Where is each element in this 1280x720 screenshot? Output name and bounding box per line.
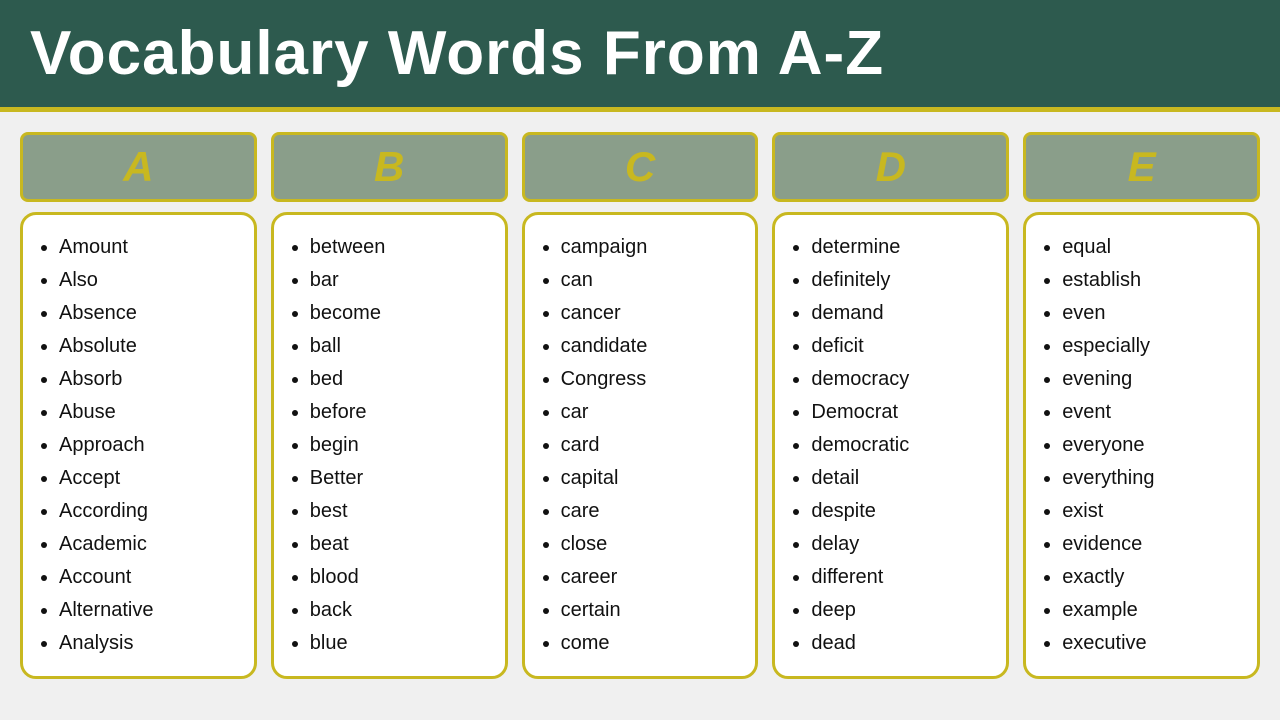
list-item: begin xyxy=(310,429,493,462)
list-item: detail xyxy=(811,462,994,495)
list-item: card xyxy=(561,429,744,462)
list-item: everyone xyxy=(1062,429,1245,462)
list-item: evening xyxy=(1062,363,1245,396)
list-item: demand xyxy=(811,297,994,330)
list-item: Approach xyxy=(59,429,242,462)
letter-e: E xyxy=(1128,143,1156,190)
list-item: blood xyxy=(310,561,493,594)
list-item: Congress xyxy=(561,363,744,396)
list-item: Analysis xyxy=(59,627,242,660)
letter-d: D xyxy=(876,143,906,190)
list-item: even xyxy=(1062,297,1245,330)
list-item: candidate xyxy=(561,330,744,363)
page-header: Vocabulary Words From A-Z xyxy=(0,0,1280,112)
list-item: bed xyxy=(310,363,493,396)
list-item: care xyxy=(561,495,744,528)
list-item: capital xyxy=(561,462,744,495)
list-item: Accept xyxy=(59,462,242,495)
columns-container: A AmountAlsoAbsenceAbsoluteAbsorbAbuseApp… xyxy=(0,112,1280,689)
list-item: before xyxy=(310,396,493,429)
list-item: Amount xyxy=(59,231,242,264)
list-item: especially xyxy=(1062,330,1245,363)
list-item: close xyxy=(561,528,744,561)
list-item: Better xyxy=(310,462,493,495)
list-item: example xyxy=(1062,594,1245,627)
list-item: democracy xyxy=(811,363,994,396)
list-item: certain xyxy=(561,594,744,627)
column-c: CcampaigncancancercandidateCongresscarca… xyxy=(522,132,759,679)
list-item: democratic xyxy=(811,429,994,462)
word-list-e: equalestablishevenespeciallyeveningevent… xyxy=(1023,212,1260,679)
letter-c: C xyxy=(625,143,655,190)
list-item: cancer xyxy=(561,297,744,330)
list-item: According xyxy=(59,495,242,528)
list-item: determine xyxy=(811,231,994,264)
list-item: deep xyxy=(811,594,994,627)
list-item: exist xyxy=(1062,495,1245,528)
list-item: between xyxy=(310,231,493,264)
list-item: Alternative xyxy=(59,594,242,627)
column-header-c: C xyxy=(522,132,759,202)
list-item: dead xyxy=(811,627,994,660)
list-item: exactly xyxy=(1062,561,1245,594)
column-b: BbetweenbarbecomeballbedbeforebeginBette… xyxy=(271,132,508,679)
list-item: can xyxy=(561,264,744,297)
list-item: bar xyxy=(310,264,493,297)
list-item: come xyxy=(561,627,744,660)
list-item: become xyxy=(310,297,493,330)
list-item: definitely xyxy=(811,264,994,297)
list-item: car xyxy=(561,396,744,429)
word-list-c: campaigncancancercandidateCongresscarcar… xyxy=(522,212,759,679)
list-item: deficit xyxy=(811,330,994,363)
list-item: everything xyxy=(1062,462,1245,495)
letter-a: A xyxy=(123,143,153,190)
column-header-a: A xyxy=(20,132,257,202)
list-item: equal xyxy=(1062,231,1245,264)
list-item: back xyxy=(310,594,493,627)
list-item: Democrat xyxy=(811,396,994,429)
letter-b: B xyxy=(374,143,404,190)
list-item: delay xyxy=(811,528,994,561)
list-item: Academic xyxy=(59,528,242,561)
column-header-e: E xyxy=(1023,132,1260,202)
list-item: Abuse xyxy=(59,396,242,429)
list-item: career xyxy=(561,561,744,594)
column-e: Eequalestablishevenespeciallyeveningeven… xyxy=(1023,132,1260,679)
list-item: campaign xyxy=(561,231,744,264)
list-item: ball xyxy=(310,330,493,363)
list-item: Account xyxy=(59,561,242,594)
list-item: blue xyxy=(310,627,493,660)
list-item: event xyxy=(1062,396,1245,429)
column-a: A AmountAlsoAbsenceAbsoluteAbsorbAbuseApp… xyxy=(20,132,257,679)
page-title: Vocabulary Words From A-Z xyxy=(30,18,1250,89)
list-item: beat xyxy=(310,528,493,561)
list-item: despite xyxy=(811,495,994,528)
list-item: Also xyxy=(59,264,242,297)
column-header-d: D xyxy=(772,132,1009,202)
word-list-b: betweenbarbecomeballbedbeforebeginBetter… xyxy=(271,212,508,679)
list-item: best xyxy=(310,495,493,528)
list-item: Absolute xyxy=(59,330,242,363)
list-item: Absence xyxy=(59,297,242,330)
list-item: establish xyxy=(1062,264,1245,297)
list-item: different xyxy=(811,561,994,594)
list-item: Absorb xyxy=(59,363,242,396)
word-list-d: determinedefinitelydemanddeficitdemocrac… xyxy=(772,212,1009,679)
column-d: Ddeterminedefinitelydemanddeficitdemocra… xyxy=(772,132,1009,679)
word-list-a: AmountAlsoAbsenceAbsoluteAbsorbAbuseAppr… xyxy=(20,212,257,679)
list-item: evidence xyxy=(1062,528,1245,561)
column-header-b: B xyxy=(271,132,508,202)
list-item: executive xyxy=(1062,627,1245,660)
